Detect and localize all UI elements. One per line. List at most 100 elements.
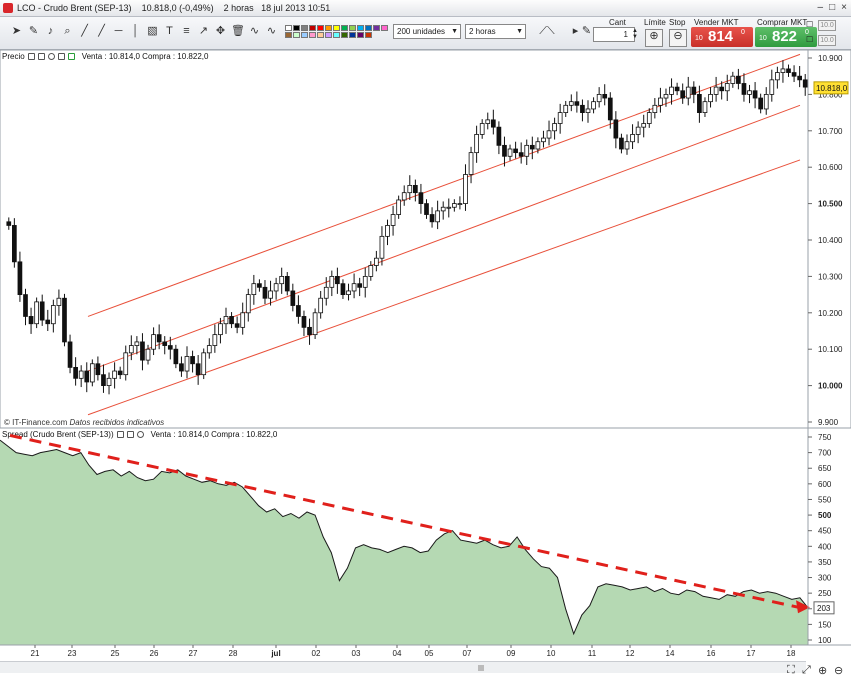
color-palette[interactable] bbox=[285, 25, 389, 39]
candle-body bbox=[84, 370, 90, 383]
candle-body bbox=[346, 290, 351, 295]
candle-body bbox=[568, 101, 574, 106]
fibonacci-icon[interactable]: ≡ bbox=[180, 25, 193, 38]
close-icon[interactable] bbox=[136, 431, 144, 438]
color-swatch[interactable] bbox=[349, 25, 356, 31]
candle-body bbox=[45, 319, 51, 325]
x-tick-label: 16 bbox=[707, 649, 716, 658]
spread-area bbox=[0, 440, 808, 645]
quantity-stepper[interactable]: ▲ ▼ bbox=[632, 28, 638, 40]
color-swatch[interactable] bbox=[285, 32, 292, 38]
x-tick-label: 25 bbox=[111, 649, 120, 658]
x-tick-label: 21 bbox=[31, 649, 40, 658]
color-swatch[interactable] bbox=[357, 32, 364, 38]
text-tool-icon[interactable]: T bbox=[163, 25, 176, 38]
candle-body bbox=[329, 275, 335, 288]
stop-order-button[interactable]: ⊖ bbox=[669, 29, 687, 47]
close-button[interactable]: × bbox=[841, 2, 847, 13]
settings-icon[interactable] bbox=[37, 53, 45, 60]
zoom-out-icon[interactable]: ⊖ bbox=[834, 664, 843, 677]
cursor-icon[interactable]: ➤ bbox=[10, 25, 23, 38]
time-scrollbar[interactable] bbox=[0, 661, 806, 673]
candle-body bbox=[179, 363, 184, 372]
candle-body bbox=[541, 137, 546, 143]
wrench-icon[interactable] bbox=[116, 431, 124, 438]
color-swatch[interactable] bbox=[349, 32, 356, 38]
zoom-reset-icon[interactable]: ⤢ bbox=[802, 664, 811, 677]
wrench-icon[interactable]: ✎ bbox=[580, 25, 593, 38]
close-icon[interactable] bbox=[47, 53, 55, 60]
color-swatch[interactable] bbox=[309, 25, 316, 31]
indicator-icon[interactable]: ∿ bbox=[265, 25, 278, 38]
zoom-fit-icon[interactable]: ⛶ bbox=[787, 664, 795, 677]
color-swatch[interactable] bbox=[341, 25, 348, 31]
period-select[interactable]: 2 horas ▼ bbox=[465, 24, 526, 39]
candle-body bbox=[234, 323, 240, 328]
color-swatch[interactable] bbox=[293, 32, 300, 38]
add-indicator-icon[interactable] bbox=[57, 53, 65, 60]
color-swatch[interactable] bbox=[325, 32, 332, 38]
data-credit: © IT-Finance.com Datos recibidos indicat… bbox=[4, 418, 165, 427]
l-checkbox[interactable]: ☐ bbox=[806, 35, 813, 44]
arrow-tool-icon[interactable]: ↗ bbox=[197, 25, 210, 38]
bell-icon[interactable]: ♪ bbox=[44, 25, 57, 38]
color-swatch[interactable] bbox=[373, 25, 380, 31]
chart-type-icon[interactable]: ⟋⟍ bbox=[531, 25, 563, 38]
minimize-button[interactable]: – bbox=[818, 2, 824, 13]
quantity-input[interactable]: 1 bbox=[593, 27, 635, 42]
limit-order-button[interactable]: ⊕ bbox=[645, 29, 663, 47]
oscillator-icon[interactable]: ∿ bbox=[248, 25, 261, 38]
candle-body bbox=[468, 152, 474, 175]
crosshair-icon[interactable]: ✥ bbox=[214, 25, 227, 38]
spread-y-tick-label: 400 bbox=[818, 542, 832, 551]
color-swatch[interactable] bbox=[301, 32, 308, 38]
color-swatch[interactable] bbox=[325, 25, 332, 31]
color-swatch[interactable] bbox=[317, 25, 324, 31]
color-swatch[interactable] bbox=[333, 32, 340, 38]
sell-market-button[interactable]: 10 814 0 bbox=[691, 27, 753, 47]
color-swatch[interactable] bbox=[357, 25, 364, 31]
settings-icon[interactable] bbox=[126, 431, 134, 438]
color-swatch[interactable] bbox=[309, 32, 316, 38]
x-tick-label: jul bbox=[270, 649, 280, 658]
candle-body bbox=[747, 90, 752, 95]
zoom-in-icon[interactable]: ⊕ bbox=[818, 664, 827, 677]
s-value-field[interactable]: 10.0 bbox=[818, 20, 836, 31]
color-swatch[interactable] bbox=[365, 25, 372, 31]
price-panel-header: Precio Venta : 10.814,0 Compra : 10.822,… bbox=[2, 52, 208, 61]
candle-body bbox=[151, 334, 156, 350]
s-checkbox[interactable]: ☐ bbox=[806, 20, 813, 29]
maximize-button[interactable]: □ bbox=[829, 2, 835, 13]
horizontal-line-icon[interactable]: ─ bbox=[112, 25, 125, 38]
color-swatch[interactable] bbox=[341, 32, 348, 38]
color-swatch[interactable] bbox=[381, 25, 388, 31]
candle-body bbox=[546, 130, 552, 139]
ray-tool-icon[interactable]: ╱ bbox=[95, 25, 108, 38]
color-swatch[interactable] bbox=[333, 25, 340, 31]
candle-body bbox=[123, 352, 129, 376]
price-y-tick-label: 9.900 bbox=[818, 418, 839, 427]
candle-body bbox=[702, 101, 708, 114]
units-select[interactable]: 200 unidades ▼ bbox=[393, 24, 461, 39]
candle-body bbox=[802, 79, 808, 88]
color-swatch[interactable] bbox=[317, 32, 324, 38]
x-tick-label: 23 bbox=[68, 649, 77, 658]
price-y-tick-label: 10.300 bbox=[818, 272, 843, 281]
vertical-line-icon[interactable]: │ bbox=[129, 25, 142, 38]
color-swatch[interactable] bbox=[293, 25, 300, 31]
trash-icon[interactable]: 🗑 bbox=[231, 25, 245, 38]
candle-body bbox=[791, 72, 797, 77]
color-swatch[interactable] bbox=[365, 32, 372, 38]
expand-icon[interactable] bbox=[67, 53, 75, 60]
line-tool-icon[interactable]: ╱ bbox=[78, 25, 91, 38]
channel-tool-icon[interactable]: ▧ bbox=[146, 25, 159, 38]
scroll-thumb[interactable] bbox=[478, 665, 484, 671]
wrench-icon[interactable] bbox=[27, 53, 35, 60]
pencil-icon[interactable]: ✎ bbox=[27, 25, 40, 38]
color-swatch[interactable] bbox=[285, 25, 292, 31]
magnifier-icon[interactable]: ⌕ bbox=[61, 25, 74, 38]
color-swatch[interactable] bbox=[301, 25, 308, 31]
candle-body bbox=[518, 152, 524, 157]
candle-body bbox=[669, 86, 674, 95]
l-value-field[interactable]: 10.0 bbox=[818, 35, 836, 46]
